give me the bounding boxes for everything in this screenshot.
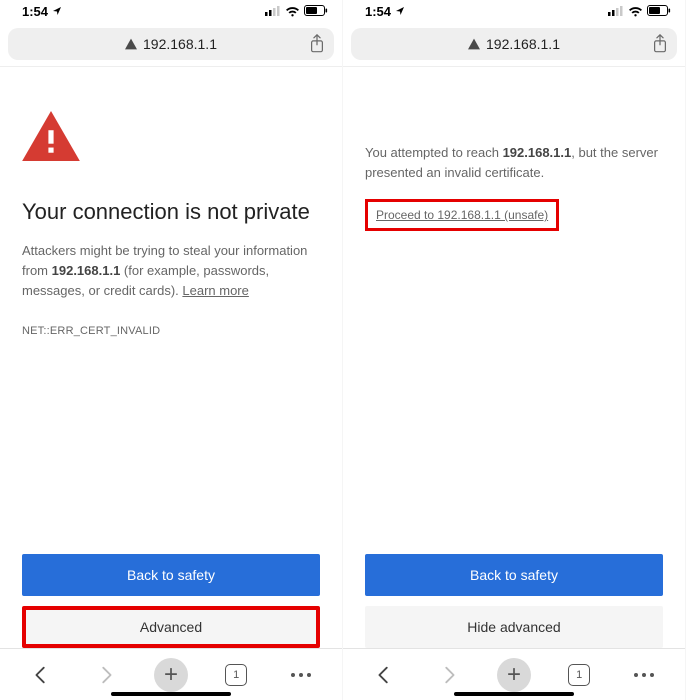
warning-icon bbox=[22, 111, 320, 161]
proceed-link[interactable]: Proceed to 192.168.1.1 (unsafe) bbox=[376, 208, 548, 222]
insecure-icon bbox=[125, 38, 137, 50]
wifi-icon bbox=[285, 6, 300, 17]
url-bar-area: 192.168.1.1 bbox=[343, 22, 685, 67]
phone-right: 1:54 192.168.1.1 bbox=[343, 0, 686, 700]
learn-more-link[interactable]: Learn more bbox=[182, 283, 248, 298]
nav-forward-button[interactable] bbox=[84, 653, 128, 697]
location-icon bbox=[52, 6, 62, 16]
nav-menu-button[interactable] bbox=[279, 653, 323, 697]
battery-icon bbox=[647, 5, 671, 17]
home-indicator bbox=[454, 692, 574, 696]
status-bar: 1:54 bbox=[343, 0, 685, 22]
status-right bbox=[608, 5, 671, 17]
url-text: 192.168.1.1 bbox=[143, 36, 217, 52]
menu-icon bbox=[634, 673, 654, 677]
status-right bbox=[265, 5, 328, 17]
action-buttons: Back to safety Advanced bbox=[22, 554, 320, 648]
insecure-icon bbox=[468, 38, 480, 50]
proceed-highlight: Proceed to 192.168.1.1 (unsafe) bbox=[365, 199, 559, 231]
hide-advanced-button[interactable]: Hide advanced bbox=[365, 606, 663, 648]
nav-new-tab-button[interactable]: + bbox=[492, 653, 536, 697]
nav-back-button[interactable] bbox=[19, 653, 63, 697]
status-time: 1:54 bbox=[22, 4, 48, 19]
plus-icon: + bbox=[154, 658, 188, 692]
headline: Your connection is not private bbox=[22, 199, 320, 225]
wifi-icon bbox=[628, 6, 643, 17]
nav-tabs-button[interactable]: 1 bbox=[214, 653, 258, 697]
home-indicator bbox=[111, 692, 231, 696]
menu-icon bbox=[291, 673, 311, 677]
content-area: Your connection is not private Attackers… bbox=[0, 111, 342, 337]
location-icon bbox=[395, 6, 405, 16]
phone-left: 1:54 192.168.1.1 bbox=[0, 0, 343, 700]
nav-menu-button[interactable] bbox=[622, 653, 666, 697]
content-area: You attempted to reach 192.168.1.1, but … bbox=[343, 143, 685, 231]
action-buttons: Back to safety Hide advanced bbox=[365, 554, 663, 648]
status-time: 1:54 bbox=[365, 4, 391, 19]
url-bar[interactable]: 192.168.1.1 bbox=[8, 28, 334, 60]
nav-back-button[interactable] bbox=[362, 653, 406, 697]
tabs-icon: 1 bbox=[568, 664, 590, 686]
cellular-icon bbox=[608, 6, 624, 16]
advanced-body: You attempted to reach 192.168.1.1, but … bbox=[365, 143, 663, 183]
battery-icon bbox=[304, 5, 328, 17]
error-code: NET::ERR_CERT_INVALID bbox=[22, 325, 320, 337]
tabs-icon: 1 bbox=[225, 664, 247, 686]
back-to-safety-button[interactable]: Back to safety bbox=[22, 554, 320, 596]
warning-body: Attackers might be trying to steal your … bbox=[22, 241, 320, 301]
cellular-icon bbox=[265, 6, 281, 16]
plus-icon: + bbox=[497, 658, 531, 692]
nav-new-tab-button[interactable]: + bbox=[149, 653, 193, 697]
back-to-safety-button[interactable]: Back to safety bbox=[365, 554, 663, 596]
share-button[interactable] bbox=[300, 34, 334, 54]
url-text: 192.168.1.1 bbox=[486, 36, 560, 52]
share-button[interactable] bbox=[643, 34, 677, 54]
advanced-button[interactable]: Advanced bbox=[22, 606, 320, 648]
nav-tabs-button[interactable]: 1 bbox=[557, 653, 601, 697]
status-bar: 1:54 bbox=[0, 0, 342, 22]
url-bar-area: 192.168.1.1 bbox=[0, 22, 342, 67]
nav-forward-button[interactable] bbox=[427, 653, 471, 697]
url-bar[interactable]: 192.168.1.1 bbox=[351, 28, 677, 60]
